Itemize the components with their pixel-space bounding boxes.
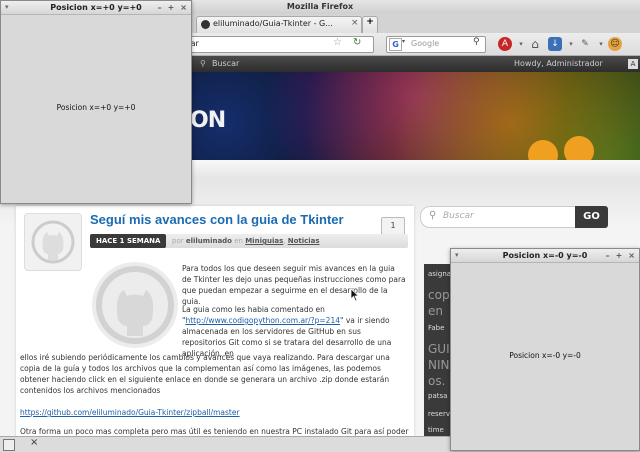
nav-stripe [190, 160, 640, 179]
bottom-panel: × [0, 436, 450, 452]
window-controls: – + × [152, 1, 187, 14]
github-octocat-icon [31, 220, 75, 264]
search-magnifier-icon[interactable]: ⚲ [473, 37, 480, 47]
window-controls: – + × [600, 249, 635, 262]
adblock-dropdown-icon[interactable]: ▾ [514, 37, 528, 51]
close-icon[interactable]: × [180, 3, 187, 12]
panel-menu-icon[interactable] [3, 439, 15, 451]
tab-github[interactable]: eliluminado/Guia-Tkinter - G... × [196, 16, 362, 33]
post-image [92, 262, 178, 348]
panel-close-icon[interactable]: × [30, 437, 38, 448]
minimize-icon[interactable]: – [158, 3, 162, 12]
search-engine-dropdown-icon[interactable]: ▾ [402, 38, 405, 45]
site-logo[interactable]: ON [190, 108, 226, 133]
maximize-icon[interactable]: + [616, 251, 623, 260]
tag-3[interactable]: en [428, 304, 443, 318]
mouse-cursor-icon [350, 288, 360, 302]
tag-5[interactable]: GUI [428, 342, 450, 356]
tk-window-bottom-right[interactable]: ▾ Posicion x=-0 y=-0 – + × Posicion x=-0 y… [450, 248, 640, 451]
google-icon: G [389, 38, 402, 51]
search-placeholder: Google [411, 39, 440, 48]
tag-2[interactable]: cop [428, 288, 450, 302]
adblock-icon[interactable]: A [498, 37, 512, 51]
sidebar-search-icon: ⚲ [429, 210, 437, 221]
tag-4[interactable]: Fabe [428, 324, 444, 332]
minimize-icon[interactable]: – [606, 251, 610, 260]
maximize-icon[interactable]: + [168, 3, 175, 12]
window-title: Mozilla Firefox [286, 2, 354, 11]
close-tab-button[interactable]: × [351, 18, 359, 28]
post-paragraph-1: Para todos los que deseen seguir mis ava… [182, 264, 406, 306]
tk-position-label: Posicion x=+0 y=+0 [56, 103, 136, 112]
tag-10[interactable]: time [428, 426, 444, 434]
admin-search-icon[interactable]: ⚲ [200, 56, 206, 72]
para2-lead: La guia como les habia comentado en [182, 305, 325, 314]
category-link-noticias[interactable]: Noticias [288, 237, 320, 245]
github-octocat-large-icon [96, 266, 174, 344]
window-menu-icon[interactable]: ▾ [5, 1, 9, 14]
in-word: en [234, 237, 243, 245]
by-prefix: por [172, 237, 184, 245]
sidebar-tag-cloud: asigna cop en Fabe GUI NIN os. patsa res… [424, 264, 452, 444]
tk-window-top-left[interactable]: ▾ Posicion x=+0 y=+0 – + × Posicion x=+0 y… [0, 0, 192, 204]
search-bar[interactable]: G ▾ Google ⚲ [386, 36, 486, 53]
wp-admin-bar: ⚲ Buscar Howdy, Administrador A [190, 56, 640, 72]
new-tab-button[interactable]: + [362, 16, 378, 33]
tag-8[interactable]: patsa [428, 392, 447, 400]
comment-count[interactable]: 1 [381, 217, 405, 235]
post-byline: por eliluminado en Miniguias, Noticias [172, 237, 320, 245]
admin-greeting[interactable]: Howdy, Administrador [514, 56, 603, 72]
date-badge: HACE 1 SEMANA [90, 234, 167, 248]
window-menu-icon[interactable]: ▾ [455, 249, 459, 262]
tk-window-titlebar[interactable]: ▾ Posicion x=-0 y=-0 – + × [451, 249, 639, 263]
tk-position-label: Posicion x=-0 y=-0 [509, 351, 581, 360]
home-icon[interactable]: ⌂ [528, 37, 542, 51]
navigation-toolbar: n.ar ☆ ↻ G ▾ Google ⚲ A ▾ ⌂ ↓ ▾ ✎ ▾ ☺ [180, 33, 640, 56]
post-paragraph-2-wide: ellos iré subiendo periódicamente los ca… [20, 353, 390, 395]
author-avatar [24, 213, 82, 271]
tk-window-title: Posicion x=-0 y=-0 [502, 251, 588, 260]
post-title[interactable]: Seguí mis avances con la guia de Tkinter [90, 212, 344, 227]
tag-7[interactable]: os. [428, 374, 445, 388]
codigopython-link[interactable]: http://www.codigopython.com.ar/?p=214 [185, 316, 340, 325]
category-link-miniguias[interactable]: Miniguias [245, 237, 283, 245]
tab-label: eliluminado/Guia-Tkinter - G... [213, 19, 333, 28]
bookmark-star-icon[interactable]: ☆ [333, 37, 342, 48]
admin-search-label[interactable]: Buscar [212, 56, 239, 72]
extension-dropdown-icon[interactable]: ▾ [594, 37, 608, 51]
search-go-button[interactable]: GO [575, 206, 608, 228]
download-dropdown-icon[interactable]: ▾ [564, 37, 578, 51]
github-favicon-icon [201, 20, 210, 29]
close-icon[interactable]: × [628, 251, 635, 260]
admin-avatar[interactable]: A [628, 59, 638, 69]
tag-6[interactable]: NIN [428, 358, 450, 372]
download-icon[interactable]: ↓ [548, 37, 562, 51]
tab-bar: eliluminado/Guia-Tkinter - G... × + [190, 14, 640, 33]
zip-download-link[interactable]: https://github.com/eliluminado/Guia-Tkin… [20, 407, 240, 418]
smiley-icon[interactable]: ☺ [608, 37, 622, 51]
sidebar-search-placeholder: Buscar [443, 211, 474, 221]
tk-window-title: Posicion x=+0 y=+0 [50, 3, 142, 12]
reload-icon[interactable]: ↻ [353, 37, 361, 48]
tag-1[interactable]: asigna [428, 270, 451, 278]
post-paragraph-2: La guia como les habia comentado en "htt… [182, 305, 392, 358]
tag-9[interactable]: reserv [428, 410, 450, 418]
greasemonkey-icon[interactable]: ✎ [578, 37, 592, 51]
url-bar[interactable]: n.ar ☆ ↻ [180, 36, 374, 53]
author-link[interactable]: eliluminado [186, 237, 232, 245]
tk-window-titlebar[interactable]: ▾ Posicion x=+0 y=+0 – + × [1, 1, 191, 15]
sidebar-search-input[interactable]: ⚲ Buscar [420, 206, 578, 228]
